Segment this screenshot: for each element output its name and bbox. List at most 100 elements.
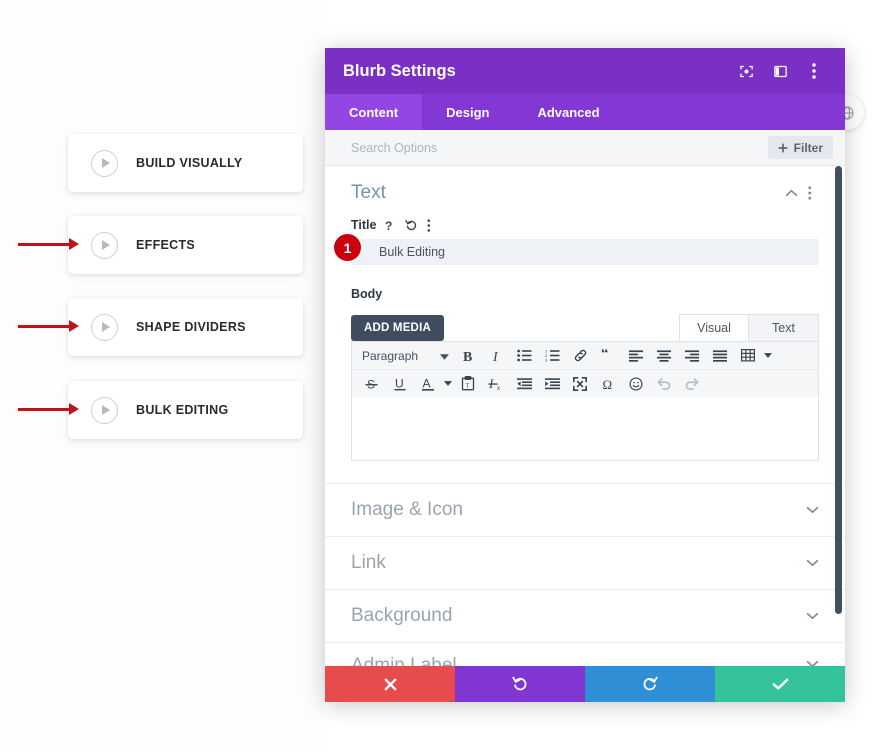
undo-icon[interactable] (650, 373, 678, 394)
tab-advanced[interactable]: Advanced (513, 94, 623, 130)
filter-button-label: Filter (793, 140, 823, 155)
chevron-down-icon (440, 349, 449, 363)
modal-scrollbar[interactable] (835, 166, 842, 614)
svg-text:B: B (463, 350, 472, 364)
panel-layout-icon[interactable] (767, 58, 793, 84)
strikethrough-icon[interactable]: S (358, 373, 386, 394)
svg-text:?: ? (385, 219, 392, 232)
accordion-link[interactable]: Link (325, 536, 845, 589)
bulleted-list-icon[interactable] (510, 345, 538, 366)
redo-arrow-icon (643, 676, 658, 691)
accordion-image-and-icon[interactable]: Image & Icon (325, 483, 845, 536)
tab-content[interactable]: Content (325, 94, 423, 130)
toggle-card-label: EFFECTS (136, 238, 196, 252)
text-section-header: Text (351, 182, 819, 204)
format-select[interactable]: Paragraph (358, 345, 454, 366)
fullscreen-icon[interactable] (566, 373, 594, 394)
chevron-down-icon (806, 554, 819, 572)
title-input-wrapper: 1 (334, 234, 819, 265)
accordion-label: Image & Icon (351, 499, 463, 520)
annotation-arrow-shape-dividers (18, 320, 79, 332)
title-menu-icon[interactable] (427, 218, 431, 232)
italic-icon[interactable]: I (482, 345, 510, 366)
link-icon[interactable] (566, 345, 594, 366)
add-media-button[interactable]: ADD MEDIA (351, 315, 444, 341)
toggle-card-effects[interactable]: EFFECTS (68, 216, 303, 274)
toggle-card-label: BUILD VISUALLY (136, 156, 243, 170)
chevron-up-icon[interactable] (781, 189, 801, 197)
numbered-list-icon[interactable]: 1 2 3 (538, 345, 566, 366)
chevron-down-icon (806, 501, 819, 519)
svg-text:U: U (395, 376, 404, 390)
left-page-column: BUILD VISUALLY EFFECTS SHAPE DIVIDERS BU… (0, 0, 325, 751)
undo-arrow-icon (512, 676, 527, 691)
toggle-card-label: BULK EDITING (136, 403, 229, 417)
svg-text:“: “ (601, 349, 609, 362)
clear-formatting-icon[interactable]: I x (482, 373, 510, 394)
blurb-settings-modal: Blurb Settings Content Design Advanced S… (325, 48, 845, 702)
emoji-icon[interactable] (622, 373, 650, 394)
modal-title: Blurb Settings (343, 61, 456, 80)
search-options-row: Search Options Filter (325, 130, 845, 166)
paste-as-text-icon[interactable]: T (454, 373, 482, 394)
align-center-icon[interactable] (650, 345, 678, 366)
text-section: Text Title ? Bulk Editing 1 Body ADD MED… (325, 166, 845, 461)
tab-visual[interactable]: Visual (679, 314, 749, 341)
toggle-card-label: SHAPE DIVIDERS (136, 320, 246, 334)
blockquote-icon[interactable]: “ (594, 345, 622, 366)
accordion-label: Link (351, 552, 386, 573)
bold-icon[interactable]: B (454, 345, 482, 366)
toggle-card-bulk-editing[interactable]: BULK EDITING (68, 381, 303, 439)
table-icon[interactable] (734, 345, 762, 366)
align-right-icon[interactable] (678, 345, 706, 366)
vertical-dots-icon[interactable] (801, 58, 827, 84)
svg-text:x: x (497, 386, 500, 391)
title-input[interactable] (351, 239, 819, 265)
toggle-card-shape-dividers[interactable]: SHAPE DIVIDERS (68, 298, 303, 356)
close-x-icon (384, 678, 396, 690)
focus-target-icon[interactable] (733, 58, 759, 84)
svg-text:3: 3 (545, 358, 548, 362)
editor-content-area[interactable] (352, 397, 818, 460)
undo-button[interactable] (455, 666, 585, 702)
cancel-button[interactable] (325, 666, 455, 702)
section-menu-icon[interactable] (801, 186, 819, 200)
accordion-background[interactable]: Background (325, 589, 845, 642)
indent-icon[interactable] (538, 373, 566, 394)
underline-icon[interactable]: U (386, 373, 414, 394)
tab-design[interactable]: Design (422, 94, 513, 130)
align-left-icon[interactable] (622, 345, 650, 366)
text-color-icon[interactable]: A (414, 373, 442, 394)
play-icon (91, 231, 118, 259)
editor-top-row: ADD MEDIA Visual Text (351, 311, 819, 341)
tab-text[interactable]: Text (749, 314, 819, 341)
toggle-card-build-visually[interactable]: BUILD VISUALLY (68, 134, 303, 192)
undo-arrow-icon[interactable] (405, 219, 418, 232)
screenshot-root: BUILD VISUALLY EFFECTS SHAPE DIVIDERS BU… (0, 0, 880, 751)
search-input[interactable]: Search Options (351, 141, 768, 155)
plus-icon (778, 142, 788, 153)
align-justify-icon[interactable] (706, 345, 734, 366)
section-title: Text (351, 182, 386, 203)
redo-icon[interactable] (678, 373, 706, 394)
svg-text:A: A (423, 376, 431, 390)
filter-button[interactable]: Filter (767, 136, 833, 159)
annotation-badge-1: 1 (334, 234, 361, 261)
editor-mode-tabs: Visual Text (679, 314, 819, 341)
question-mark-icon[interactable]: ? (385, 219, 396, 232)
table-chevron-down-icon[interactable] (762, 353, 774, 358)
editor-toolbar-row-1: Paragraph B I 1 2 3 “ (352, 342, 818, 369)
play-icon (91, 396, 118, 424)
redo-button[interactable] (585, 666, 715, 702)
outdent-icon[interactable] (510, 373, 538, 394)
accordion-admin-label[interactable]: Admin Label (325, 642, 845, 666)
svg-text:Ω: Ω (603, 377, 613, 392)
save-button[interactable] (715, 666, 845, 702)
accordion-label: Admin Label (351, 655, 457, 666)
annotation-arrow-effects (18, 238, 79, 250)
text-color-chevron-down-icon[interactable] (442, 381, 454, 386)
wysiwyg-editor: Paragraph B I 1 2 3 “ S U A T x Ω (351, 341, 819, 461)
accordion-list: Image & Icon Link Background Admin Label (325, 483, 845, 666)
special-character-icon[interactable]: Ω (594, 373, 622, 394)
modal-tabs: Content Design Advanced (325, 94, 845, 130)
